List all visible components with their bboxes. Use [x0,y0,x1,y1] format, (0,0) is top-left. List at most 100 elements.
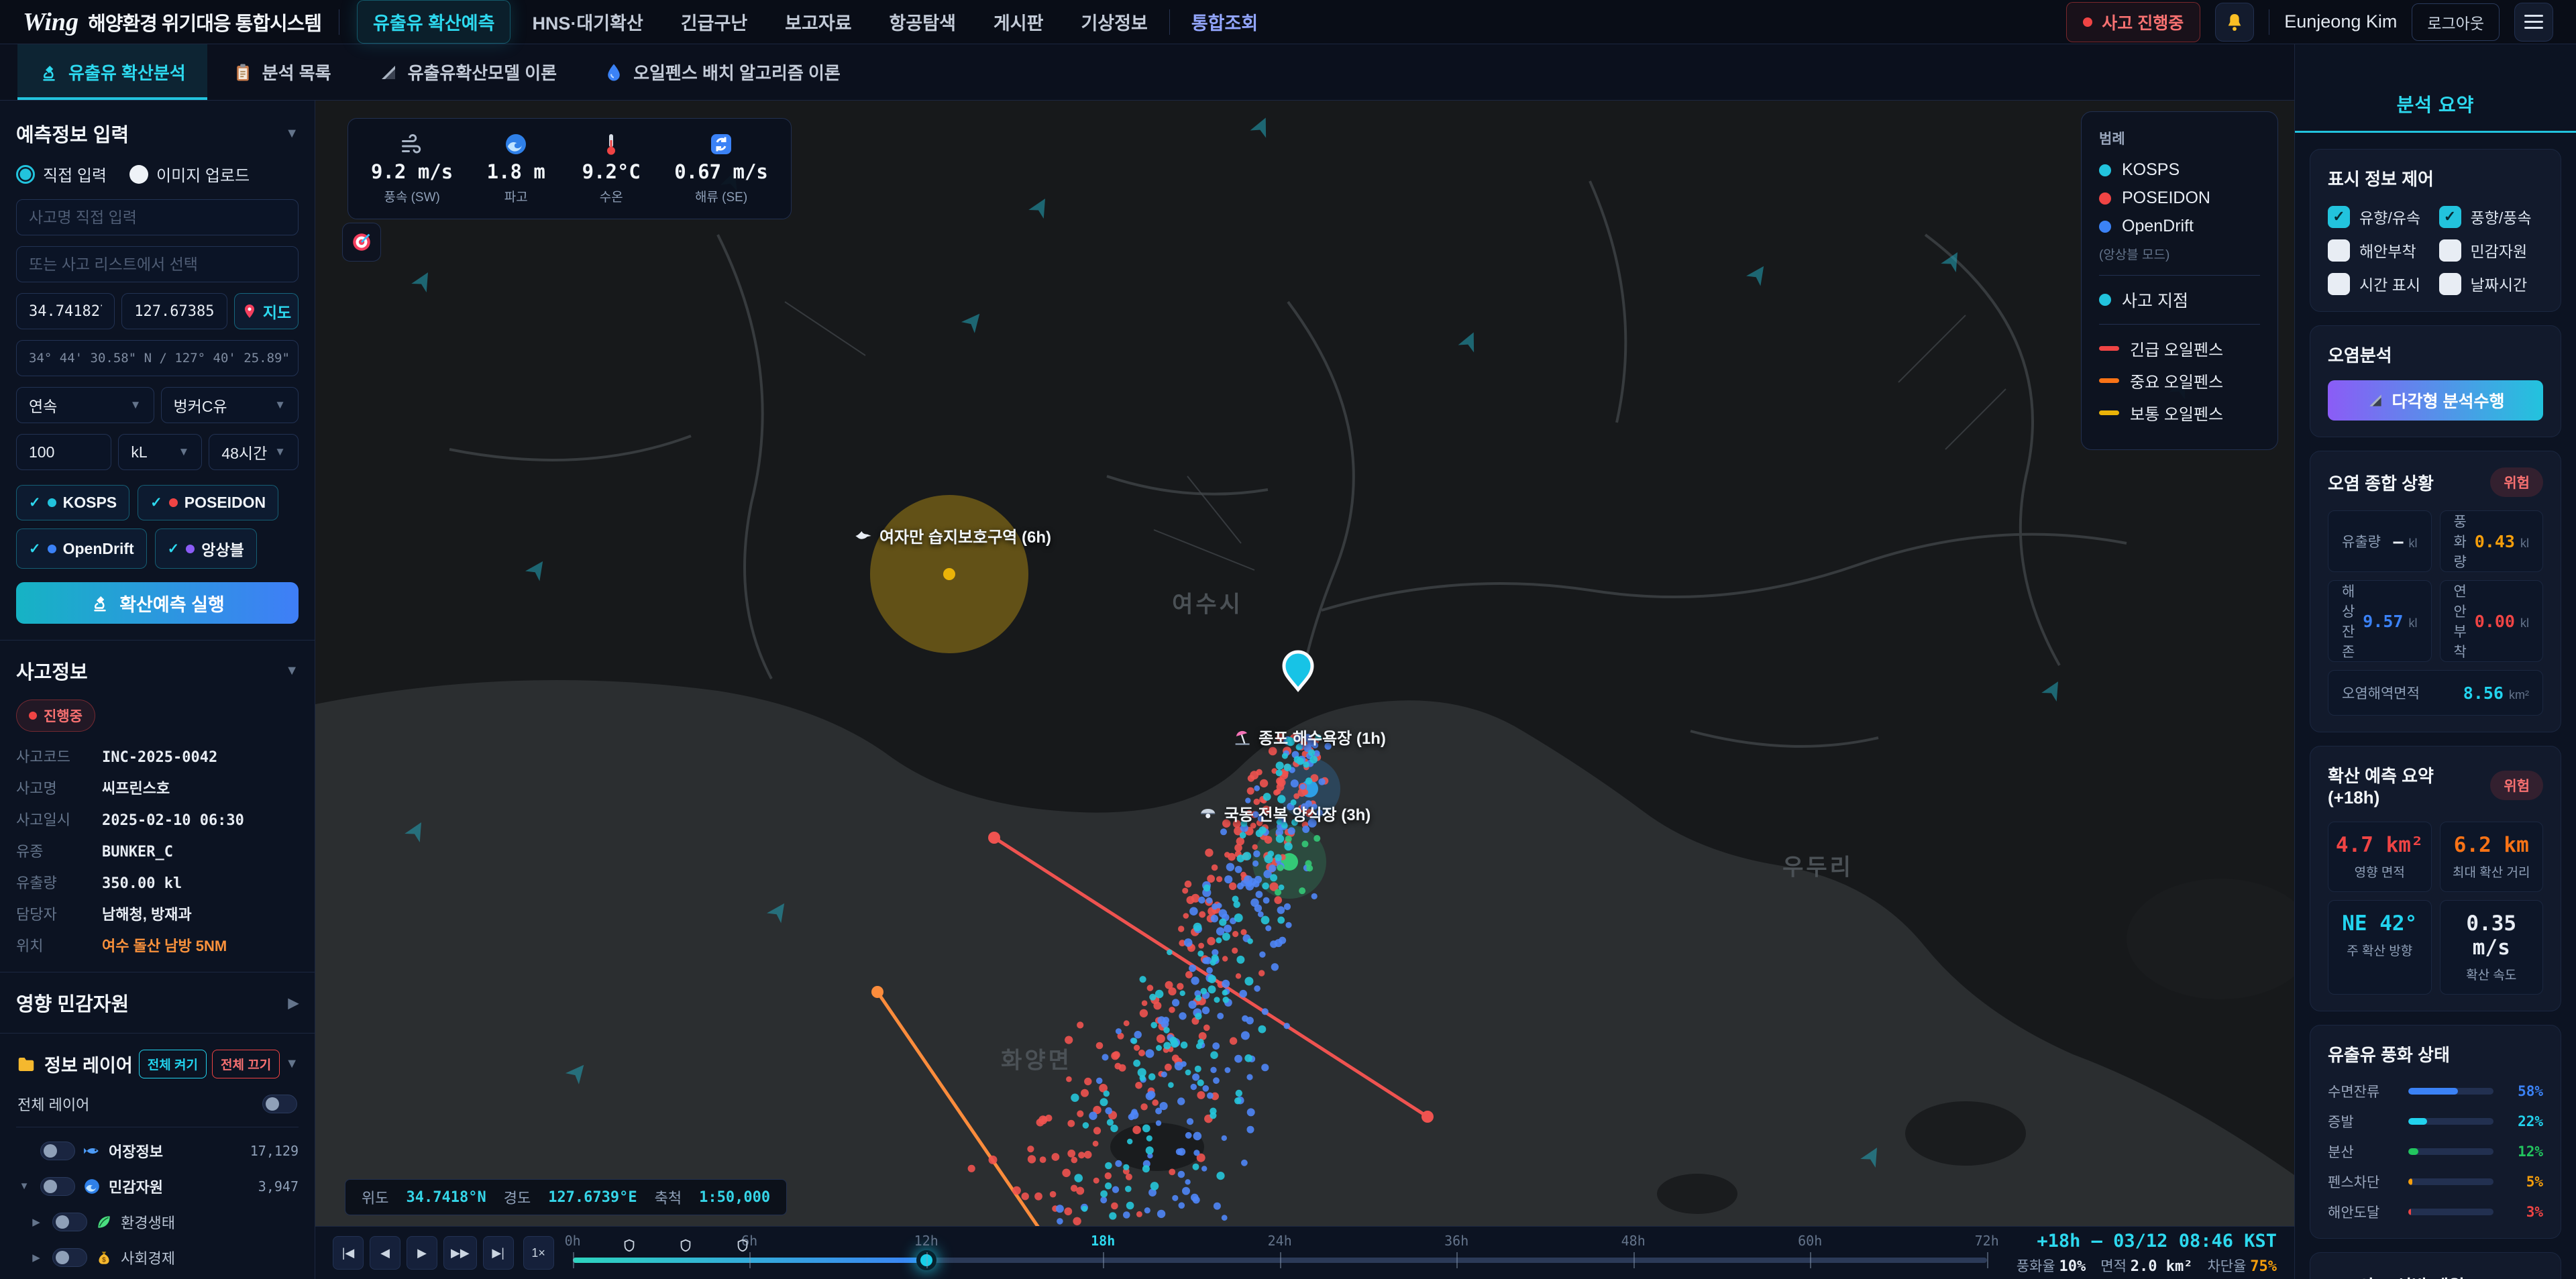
ruler-icon [2367,392,2384,409]
longitude-input[interactable] [121,293,227,329]
model-chip-kosps[interactable]: ✓KOSPS [16,485,129,520]
nav-item-2[interactable]: HNS·대기확산 [516,0,659,44]
layer-toggle[interactable] [52,1248,87,1267]
legend-model-row: OpenDrift [2099,217,2260,236]
timeline-stat-value: 2.0 km² [2131,1258,2193,1275]
fence-line-icon [2099,378,2119,383]
map-status-bar: 위도 34.7418°N 경도 127.6739°E 축척 1:50,000 [345,1179,787,1215]
nav-item-4[interactable]: 보고자료 [769,0,867,44]
tab-2[interactable]: 분석 목록 [211,44,353,100]
layer-tree: 어장정보17,129▼민감자원3,947▶환경생태▶$사회경제▼민감도평가▶계절… [16,1133,299,1279]
nav-item-8[interactable]: 통합조회 [1175,0,1274,44]
model-dot-icon [2099,221,2111,233]
polygon-analysis-button[interactable]: 다각형 분석수행 [2328,380,2543,421]
ship-spec-card[interactable]: 사고 선박 제원 ▸ [2310,1252,2561,1279]
display-check-민감자원[interactable]: 민감자원 [2439,239,2544,262]
stat-unit: kl [2409,616,2418,630]
tab-analysis-summary[interactable]: 분석 요약 [2295,44,2576,133]
notifications-button[interactable] [2215,3,2254,42]
pollution-status-title: 오염 종합 상황 [2328,470,2434,495]
map-canvas[interactable]: 9.2 m/s풍속 (SW)1.8 m파고9.2°C수온0.67 m/s해류 (… [315,101,2294,1226]
weathering-label: 해안도달 [2328,1202,2398,1222]
unit-select[interactable]: kL ▼ [118,434,202,470]
fast-forward-button[interactable]: ▶▶ [443,1236,477,1270]
right-panel-body: 표시 정보 제어 ✓유향/유속✓풍향/풍속해안부착민감자원시간 표시날짜시간 오… [2295,133,2576,1279]
radio-direct-input[interactable]: 직접 입력 [16,162,107,186]
menu-button[interactable] [2514,3,2553,42]
section-divider [0,640,315,641]
incident-row-label: 위치 [16,934,102,956]
thermo-icon [599,132,623,156]
legend-fence-label: 긴급 오일펜스 [2130,337,2223,360]
forecast-stat-grid: 4.7 km²영향 면적6.2 km최대 확산 거리NE 42°주 확산 방향0… [2328,822,2543,995]
run-prediction-button[interactable]: 확산예측 실행 [16,582,299,624]
nav-item-3[interactable]: 긴급구난 [665,0,763,44]
layer-toggle[interactable] [40,1177,75,1196]
tick-label-12h: 12h [914,1233,938,1249]
oil-type-select[interactable]: 벙커C유 ▼ [161,387,299,423]
status-dot-icon [29,712,37,720]
layer-toggle[interactable] [40,1142,75,1160]
step-back-button[interactable]: ◀ [370,1236,400,1270]
recenter-incident-button[interactable] [342,223,381,262]
latitude-input[interactable] [16,293,115,329]
spill-type-select[interactable]: 연속 ▼ [16,387,154,423]
display-check-풍향/풍속[interactable]: ✓풍향/풍속 [2439,205,2544,228]
chevron-right-icon[interactable]: ▶ [28,1252,44,1264]
model-chip-앙상블[interactable]: ✓앙상블 [155,529,257,569]
incident-row-label: 유출량 [16,871,102,893]
incident-info-header[interactable]: 사고정보 ▼ [16,657,299,685]
tick-mark [749,1252,751,1268]
amount-input[interactable] [16,434,111,470]
nav-item-5[interactable]: 항공탐색 [873,0,972,44]
ship-spec-title: 사고 선박 제원 [2359,1273,2465,1279]
pick-on-map-button[interactable]: 지도 [234,293,299,329]
layers-all-off-button[interactable]: 전체 끄기 [212,1050,280,1078]
city-label-여수시: 여수시 [1172,586,1243,619]
weather-item: 0.67 m/s해류 (SE) [674,132,768,205]
incident-list-input[interactable] [16,246,299,282]
incident-row-value: BUNKER_C [102,844,173,860]
radio-image-upload[interactable]: 이미지 업로드 [129,162,250,186]
display-check-시간 표시[interactable]: 시간 표시 [2328,272,2432,295]
model-chip-opendrift[interactable]: ✓OpenDrift [16,529,147,569]
duration-select[interactable]: 48시간 ▼ [209,434,299,470]
model-chip-poseidon[interactable]: ✓POSEIDON [138,485,278,520]
display-check-해안부착[interactable]: 해안부착 [2328,239,2432,262]
incident-row-label: 사고명 [16,777,102,798]
nav-item-6[interactable]: 게시판 [977,0,1060,44]
logout-button[interactable]: 로그아웃 [2412,3,2500,41]
zone-label-text: 종포 해수욕장 (1h) [1258,725,1386,748]
scale-value: 1:50,000 [699,1189,770,1206]
play-button[interactable]: ▶ [407,1236,437,1270]
legend-model-row: POSEIDON [2099,188,2260,208]
speed-select[interactable]: 1× [523,1236,554,1270]
incident-active-badge[interactable]: 사고 진행중 [2066,2,2200,42]
tab-1[interactable]: 유출유 확산분석 [17,44,207,100]
predict-input-header[interactable]: 예측정보 입력 ▼ [16,119,299,148]
legend-model-row: KOSPS [2099,160,2260,180]
skip-start-button[interactable]: |◀ [333,1236,364,1270]
layer-toggle[interactable] [52,1213,87,1231]
skip-end-button[interactable]: ▶| [483,1236,514,1270]
tab-3[interactable]: 유출유확산모델 이론 [357,44,579,100]
nav-item-7[interactable]: 기상정보 [1065,0,1163,44]
weather-value: 1.8 m [487,160,545,183]
display-check-유향/유속[interactable]: ✓유향/유속 [2328,205,2432,228]
chevron-right-icon[interactable]: ▶ [28,1216,44,1228]
ruler-icon [378,62,398,82]
chevron-down-icon[interactable]: ▼ [16,1180,32,1192]
master-layer-toggle[interactable] [262,1095,297,1113]
layers-all-on-button[interactable]: 전체 켜기 [139,1050,207,1078]
chevron-down-icon: ▼ [285,1056,299,1072]
time-slider[interactable]: 0h6h12h18h24h36h48h60h72h [573,1227,1987,1279]
nav-item-1[interactable]: 유출유 확산예측 [357,0,511,44]
tick-label-36h: 36h [1444,1233,1468,1249]
incident-row-label: 유종 [16,840,102,861]
display-check-날짜시간[interactable]: 날짜시간 [2439,272,2544,295]
tab-4[interactable]: 오일펜스 배치 알고리즘 이론 [582,44,862,100]
incident-name-input[interactable] [16,199,299,235]
impact-resources-header[interactable]: 영향 민감자원 ▶ [16,989,299,1017]
legend-incident-label: 사고 지점 [2122,288,2188,312]
stat-value: 9.57 [2363,612,2403,631]
